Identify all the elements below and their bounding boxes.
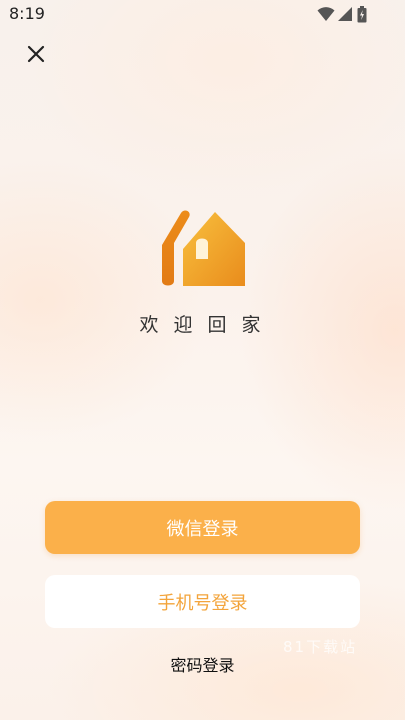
- status-time: 8:19: [9, 4, 45, 23]
- house-logo: [159, 209, 247, 289]
- watermark: 81下载站: [283, 638, 358, 656]
- phone-login-button[interactable]: 手机号登录: [45, 575, 360, 628]
- battery-icon: [357, 6, 367, 23]
- wechat-login-button[interactable]: 微信登录: [45, 501, 360, 554]
- status-icons: [317, 6, 377, 24]
- close-icon: [27, 45, 45, 63]
- status-bar: 8:19: [0, 0, 405, 30]
- house-logo-icon: [162, 210, 245, 286]
- wifi-icon: [317, 7, 335, 21]
- welcome-title: 欢迎回家: [139, 314, 276, 336]
- close-button[interactable]: [22, 40, 50, 68]
- signal-icon: [338, 7, 352, 21]
